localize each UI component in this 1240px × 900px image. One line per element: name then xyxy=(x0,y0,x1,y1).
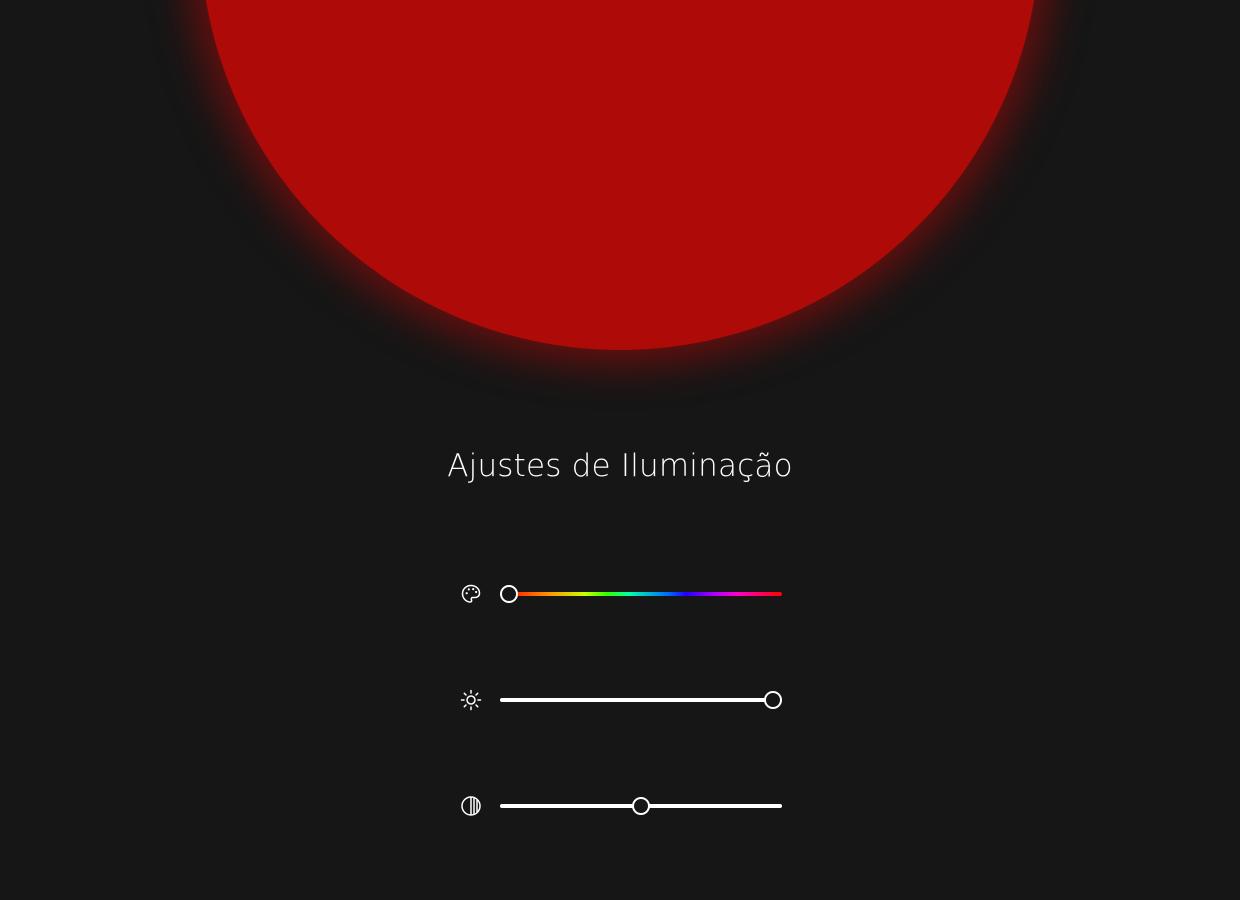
hue-slider-track[interactable] xyxy=(500,592,782,596)
brightness-slider-thumb[interactable] xyxy=(764,691,782,709)
hue-slider-thumb[interactable] xyxy=(500,585,518,603)
brightness-slider-track[interactable] xyxy=(500,698,782,702)
hue-slider[interactable] xyxy=(500,579,782,609)
palette-icon xyxy=(460,583,482,605)
light-bulb-preview xyxy=(200,0,1040,350)
panel-title: Ajustes de Iluminação xyxy=(447,448,793,484)
sun-icon xyxy=(460,689,482,711)
lighting-app: Ajustes de Iluminação xyxy=(0,0,1240,900)
brightness-slider[interactable] xyxy=(500,685,782,715)
contrast-slider-thumb[interactable] xyxy=(632,797,650,815)
contrast-slider[interactable] xyxy=(500,791,782,821)
contrast-icon xyxy=(460,795,482,817)
contrast-control xyxy=(460,791,782,821)
brightness-control xyxy=(460,685,782,715)
hue-control xyxy=(460,579,782,609)
